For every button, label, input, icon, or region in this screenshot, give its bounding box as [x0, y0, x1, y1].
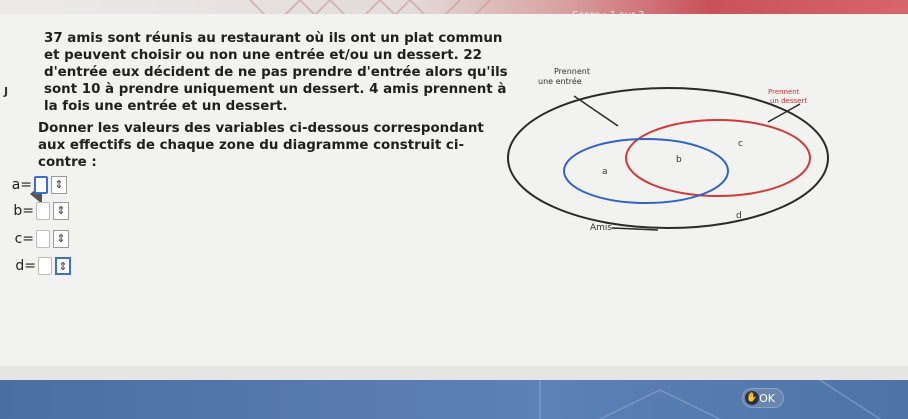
hand-icon: ✋ [745, 391, 759, 405]
answer-stepper-a[interactable]: ⇕ [51, 176, 67, 194]
zone-d-label: d [736, 211, 742, 221]
label-dessert-2: un dessert [770, 97, 807, 105]
answer-input-d[interactable] [38, 257, 52, 275]
dessert-pointer-line [767, 103, 801, 123]
zone-b-label: b [676, 155, 682, 165]
answer-row-c: c= ⇕ [10, 230, 69, 248]
answer-label-c: c= [14, 231, 34, 247]
ok-button[interactable]: ✋ OK [742, 388, 784, 408]
label-entree-2: une entrée [538, 76, 582, 86]
answer-stepper-c[interactable]: ⇕ [53, 230, 69, 248]
answer-label-b: b= [13, 203, 34, 219]
question-line-3: d'entrée eux décident de ne pas prendre … [44, 65, 508, 80]
label-amis: Amis [590, 223, 612, 233]
ok-button-label: OK [759, 391, 775, 405]
zone-c-label: c [738, 139, 743, 149]
label-entree-1: Prennent [554, 67, 590, 76]
zone-a-label: a [602, 167, 608, 177]
side-mark: J [4, 85, 9, 98]
answer-label-a: a= [11, 177, 32, 193]
entree-ellipse [563, 138, 729, 204]
dessert-ellipse [625, 119, 811, 197]
footer-strip [0, 366, 908, 380]
answer-stepper-b[interactable]: ⇕ [53, 202, 69, 220]
entree-pointer-line [573, 95, 619, 127]
answer-stepper-d[interactable]: ⇕ [55, 257, 71, 275]
answer-label-d: d= [15, 258, 36, 274]
label-dessert-1: Prennent [768, 88, 800, 96]
answer-row-a: a= ⇕ [8, 176, 67, 194]
answer-input-a[interactable] [34, 176, 48, 194]
question-line-1: 37 amis sont réunis au restaurant où ils… [44, 31, 503, 46]
question-line-7: aux effectifs de chaque zone du diagramm… [38, 138, 465, 153]
question-line-5: la fois une entrée et un dessert. [44, 99, 288, 114]
question-line-4: sont 10 à prendre uniquement un dessert.… [44, 82, 507, 97]
question-line-8: contre : [38, 155, 97, 170]
answer-input-b[interactable] [36, 202, 50, 220]
answer-row-b: b= ⇕ [10, 202, 69, 220]
question-text: 37 amis sont réunis au restaurant où ils… [38, 30, 538, 171]
answer-row-d: d= ⇕ [12, 257, 71, 275]
answer-input-c[interactable] [36, 230, 50, 248]
universe-ellipse [507, 87, 829, 229]
venn-diagram: Prennent une entrée Prennent un dessert … [507, 67, 829, 233]
question-line-2: et peuvent choisir ou non une entrée et/… [44, 48, 482, 63]
question-line-6: Donner les valeurs des variables ci-dess… [38, 121, 484, 136]
